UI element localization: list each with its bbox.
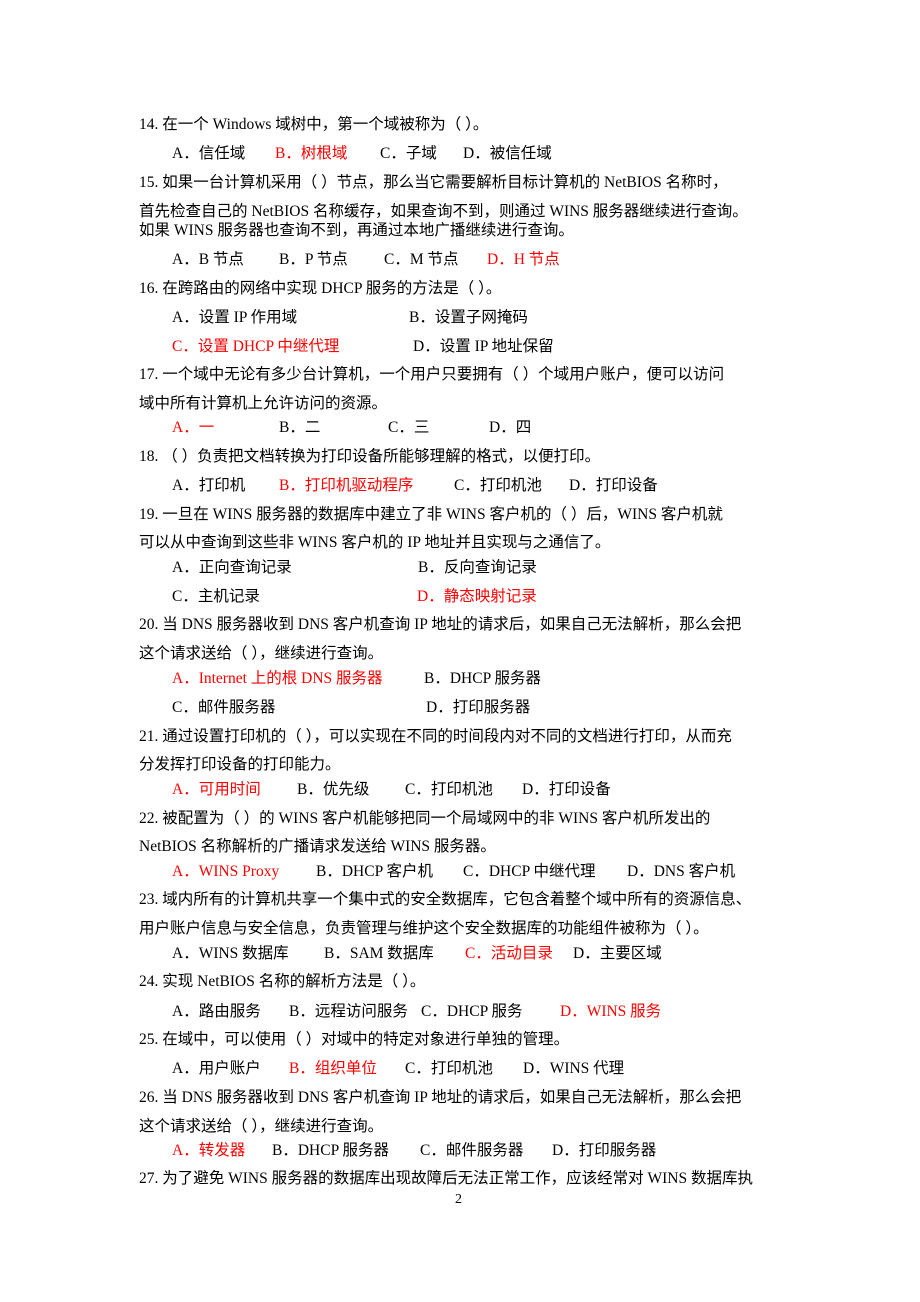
question-21-text: 分发挥打印设备的打印能力。 [139, 756, 341, 773]
answer-option: B．反向查询记录 [418, 559, 537, 576]
question-25-text: 25. 在域中，可以使用（ ）对域中的特定对象进行单独的管理。 [139, 1031, 570, 1048]
answer-option: C．DHCP 中继代理 [463, 863, 596, 880]
answer-option: B．DHCP 客户机 [316, 863, 433, 880]
answer-option: B．二 [279, 419, 321, 436]
question-17-text: 17. 一个域中无论有多少台计算机，一个用户只要拥有（ ）个域用户账户，便可以访… [139, 366, 725, 383]
answer-option-correct: C．设置 DHCP 中继代理 [172, 338, 340, 355]
answer-option: A．路由服务 [172, 1003, 261, 1020]
answer-option-correct: A．转发器 [172, 1142, 246, 1159]
question-15-text: 15. 如果一台计算机采用（ ）节点，那么当它需要解析目标计算机的 NetBIO… [139, 174, 728, 191]
answer-option: C．主机记录 [172, 588, 260, 605]
question-22-text: 22. 被配置为（ ）的 WINS 客户机能够把同一个局域网中的非 WINS 客… [139, 810, 711, 827]
question-21-text: 21. 通过设置打印机的（ ），可以实现在不同的时间段内对不同的文档进行打印，从… [139, 728, 732, 745]
answer-option: A．信任域 [172, 145, 246, 162]
answer-option-correct: A．可用时间 [172, 781, 261, 798]
answer-option: A．用户账户 [172, 1060, 261, 1077]
question-23-text: 23. 域内所有的计算机共享一个集中式的安全数据库，它包含着整个域中所有的资源信… [139, 891, 752, 908]
answer-option: B．P 节点 [279, 251, 348, 268]
answer-option: C．打印机池 [405, 1060, 493, 1077]
answer-option: B．DHCP 服务器 [272, 1142, 389, 1159]
answer-option: C．三 [388, 419, 430, 436]
question-19-text: 19. 一旦在 WINS 服务器的数据库中建立了非 WINS 客户机的（ ）后，… [139, 506, 723, 523]
answer-option: C．打印机池 [405, 781, 493, 798]
answer-option: D．DNS 客户机 [627, 863, 736, 880]
question-26-text: 26. 当 DNS 服务器收到 DNS 客户机查询 IP 地址的请求后，如果自己… [139, 1089, 742, 1106]
question-14-text: 14. 在一个 Windows 域树中，第一个域被称为（ ）。 [139, 116, 489, 133]
question-15-text: 首先检查自己的 NetBIOS 名称缓存，如果查询不到，则通过 WINS 服务器… [139, 203, 748, 220]
answer-option: C．M 节点 [384, 251, 459, 268]
question-20-text: 这个请求送给（ ），继续进行查询。 [139, 645, 384, 662]
question-24-text: 24. 实现 NetBIOS 名称的解析方法是（ ）。 [139, 973, 426, 990]
answer-option: D．打印服务器 [426, 699, 531, 716]
question-22-text: NetBIOS 名称解析的广播请求发送给 WINS 服务器。 [139, 838, 496, 855]
answer-option: B．DHCP 服务器 [424, 670, 541, 687]
answer-option: A．正向查询记录 [172, 559, 292, 576]
answer-option-correct: A．Internet 上的根 DNS 服务器 [172, 670, 383, 687]
answer-option-correct: C．活动目录 [465, 945, 553, 962]
answer-option: C．DHCP 服务 [421, 1003, 523, 1020]
question-18-text: 18. （ ）负责把文档转换为打印设备所能够理解的格式，以便打印。 [139, 448, 601, 465]
answer-option: D．打印设备 [569, 477, 658, 494]
answer-option: D．打印服务器 [552, 1142, 657, 1159]
question-27-text: 27. 为了避免 WINS 服务器的数据库出现故障后无法正常工作，应该经常对 W… [139, 1170, 753, 1187]
answer-option: A．打印机 [172, 477, 246, 494]
answer-option-correct: D．H 节点 [487, 251, 560, 268]
answer-option: D．打印设备 [522, 781, 611, 798]
answer-option-correct: B．树根域 [275, 145, 348, 162]
answer-option: B．设置子网掩码 [409, 309, 528, 326]
answer-option: D．主要区域 [573, 945, 662, 962]
answer-option: A．B 节点 [172, 251, 244, 268]
answer-option: C．打印机池 [454, 477, 542, 494]
page-number: 2 [455, 1192, 462, 1207]
question-20-text: 20. 当 DNS 服务器收到 DNS 客户机查询 IP 地址的请求后，如果自己… [139, 616, 742, 633]
answer-option-correct: B．组织单位 [289, 1060, 377, 1077]
document-page: 14. 在一个 Windows 域树中，第一个域被称为（ ）。 A．信任域 B．树根… [0, 0, 920, 1302]
answer-option: A．设置 IP 作用域 [172, 309, 298, 326]
answer-option: C．邮件服务器 [172, 699, 276, 716]
answer-option: D．四 [489, 419, 532, 436]
answer-option: C．子域 [380, 145, 437, 162]
answer-option-correct: D．WINS 服务 [560, 1003, 662, 1020]
answer-option-correct: D．静态映射记录 [417, 588, 537, 605]
question-23-text: 用户账户信息与安全信息，负责管理与维护这个安全数据库的功能组件被称为（ ）。 [139, 920, 709, 937]
answer-option-correct: B．打印机驱动程序 [279, 477, 414, 494]
answer-option: A．WINS 数据库 [172, 945, 289, 962]
answer-option: C．邮件服务器 [420, 1142, 524, 1159]
answer-option-correct: A．WINS Proxy [172, 863, 280, 880]
answer-option: D．WINS 代理 [523, 1060, 625, 1077]
question-19-text: 可以从中查询到这些非 WINS 客户机的 IP 地址并且实现与之通信了。 [139, 534, 611, 551]
answer-option: B．SAM 数据库 [324, 945, 434, 962]
answer-option: B．远程访问服务 [289, 1003, 408, 1020]
question-15-text: 如果 WINS 服务器也查询不到，再通过本地广播继续进行查询。 [139, 222, 574, 239]
answer-option: B．优先级 [297, 781, 370, 798]
answer-option: D．被信任域 [463, 145, 552, 162]
answer-option-correct: A．一 [172, 419, 215, 436]
answer-option: D．设置 IP 地址保留 [413, 338, 554, 355]
question-26-text: 这个请求送给（ ），继续进行查询。 [139, 1118, 384, 1135]
question-16-text: 16. 在跨路由的网络中实现 DHCP 服务的方法是（ ）。 [139, 280, 502, 297]
question-17-text: 域中所有计算机上允许访问的资源。 [139, 395, 388, 412]
